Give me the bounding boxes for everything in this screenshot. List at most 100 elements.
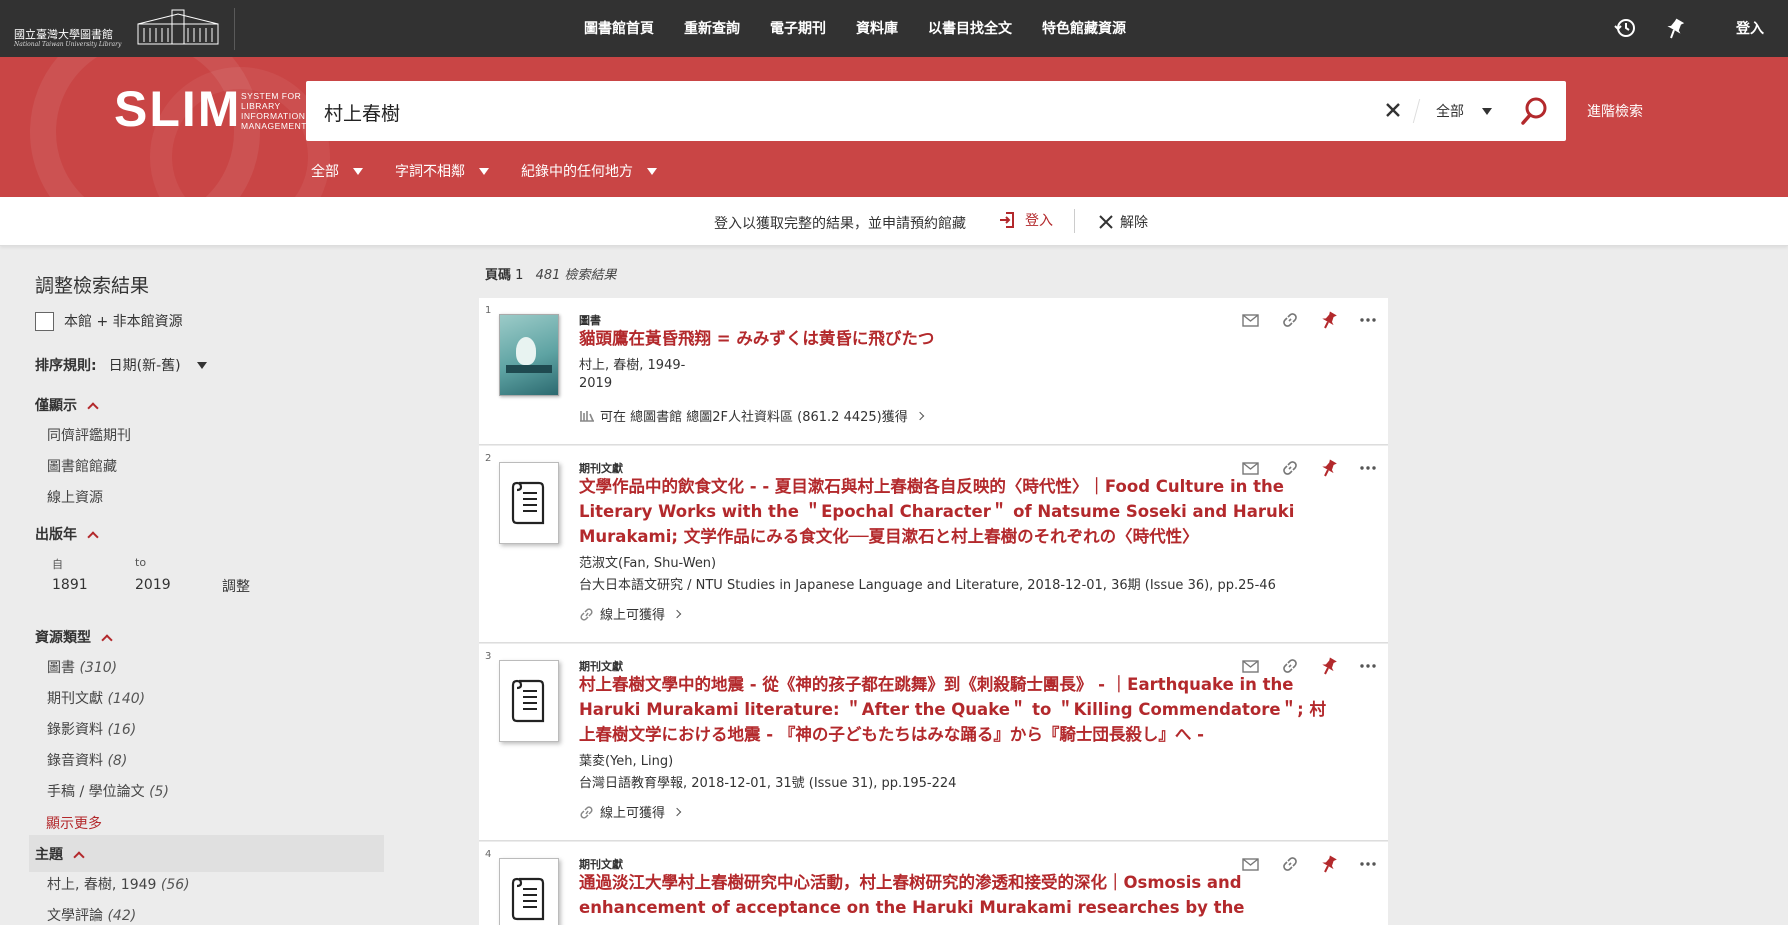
link-icon[interactable] xyxy=(1270,654,1309,678)
search-icon[interactable] xyxy=(1518,95,1550,127)
link-icon[interactable] xyxy=(1270,456,1309,480)
result-card: 4 期刊文獻 通過淡江大學村上春樹研究中心活動，村上春树研究的渗透和接受的深化｜… xyxy=(479,842,1388,925)
results-count: 481 檢索結果 xyxy=(535,268,617,283)
nav-citation-linker[interactable]: 以書目找全文 xyxy=(928,18,1012,40)
result-title[interactable]: 村上春樹文學中的地震 - 從《神的孩子都在跳舞》到《刺殺騎士團長》 - ｜Ear… xyxy=(579,672,1329,747)
result-number: 3 xyxy=(485,651,492,662)
nav-library-home[interactable]: 圖書館首頁 xyxy=(584,18,654,40)
result-detail: 台灣日語教育學報, 2018-12-01, 31號 (Issue 31), pp… xyxy=(579,776,957,791)
notice-dismiss-button[interactable]: 解除 xyxy=(1098,212,1148,232)
facet-peer-reviewed[interactable]: 同儕評鑑期刊 xyxy=(47,425,131,445)
more-icon[interactable] xyxy=(1348,456,1387,480)
link-icon[interactable] xyxy=(1270,852,1309,876)
link-icon[interactable] xyxy=(1270,308,1309,332)
library-name: 國立臺灣大學圖書館 xyxy=(14,28,113,41)
facet-item[interactable]: 圖書 (310) xyxy=(47,657,117,677)
result-author: 范淑文(Fan, Shu-Wen) xyxy=(579,556,717,571)
chevron-down-icon xyxy=(479,167,489,175)
facet-online-resources[interactable]: 線上資源 xyxy=(47,487,103,507)
login-notice-bar: 登入以獲取完整的結果，並申請預約館藏 登入 解除 xyxy=(0,197,1788,246)
nav-new-search[interactable]: 重新查詢 xyxy=(684,18,740,40)
nav-ejournals[interactable]: 電子期刊 xyxy=(770,18,826,40)
pin-icon[interactable] xyxy=(1662,15,1688,41)
pin-icon[interactable] xyxy=(1309,308,1348,332)
shelf-icon xyxy=(580,410,594,422)
more-icon[interactable] xyxy=(1348,308,1387,332)
more-icon[interactable] xyxy=(1348,654,1387,678)
chevron-down-icon[interactable] xyxy=(196,361,207,369)
results-header: 頁碼 1 481 檢索結果 xyxy=(485,264,617,283)
facet-item[interactable]: 期刊文獻 (140) xyxy=(47,688,145,708)
availability-link[interactable]: 線上可獲得 xyxy=(579,802,682,821)
book-cover-thumbnail[interactable] xyxy=(499,314,559,396)
pin-icon[interactable] xyxy=(1309,654,1348,678)
result-author: 葉夌(Yeh, Ling) xyxy=(579,754,674,769)
sort-select[interactable]: 日期(新-舊) xyxy=(109,355,181,375)
login-notice-message: 登入以獲取完整的結果，並申請預約館藏 xyxy=(714,216,966,232)
result-actions xyxy=(1231,654,1387,678)
show-more-link[interactable]: 顯示更多 xyxy=(46,813,102,833)
expand-beyond-library-checkbox[interactable]: 本館 + 非本館資源 xyxy=(35,311,183,331)
chevron-up-icon xyxy=(87,530,99,543)
chevron-up-icon xyxy=(73,850,85,863)
advanced-search-link[interactable]: 進階檢索 xyxy=(1587,101,1643,121)
history-icon[interactable] xyxy=(1612,15,1638,41)
scope-select[interactable]: 全部 xyxy=(1436,101,1464,121)
availability-link[interactable]: 可在 總圖書館 總圖2F人社資料區 (861.2 4425)獲得 xyxy=(579,406,924,425)
search-input[interactable]: 村上春樹 xyxy=(324,99,400,126)
nav-special-collections[interactable]: 特色館藏資源 xyxy=(1042,18,1126,40)
document-icon[interactable] xyxy=(499,462,559,544)
facet-item[interactable]: 錄影資料 (16) xyxy=(47,719,136,739)
facet-item[interactable]: 錄音資料 (8) xyxy=(47,750,127,770)
email-icon[interactable] xyxy=(1231,852,1270,876)
chevron-down-icon[interactable] xyxy=(1482,108,1492,115)
topbar-divider xyxy=(234,8,235,50)
facet-item[interactable]: 手稿 / 學位論文 (5) xyxy=(47,781,169,801)
more-icon[interactable] xyxy=(1348,852,1387,876)
email-icon[interactable] xyxy=(1231,654,1270,678)
library-building-icon xyxy=(137,9,219,45)
year-from-input[interactable]: 1891 xyxy=(52,577,88,593)
filter-material-type[interactable]: 全部 xyxy=(311,161,363,181)
result-card: 3 期刊文獻 村上春樹文學中的地震 - 從《神的孩子都在跳舞》到《刺殺騎士團長》… xyxy=(479,644,1388,841)
result-title[interactable]: 貓頭鷹在黃昏飛翔 = みみずくは黄昏に飛びたつ xyxy=(579,326,1329,351)
filter-field[interactable]: 紀錄中的任何地方 xyxy=(521,161,657,181)
page-number: 1 xyxy=(515,268,524,283)
facet-library-holdings[interactable]: 圖書館館藏 xyxy=(47,456,117,476)
search-separator xyxy=(1412,99,1421,123)
top-login-link[interactable]: 登入 xyxy=(1736,18,1764,38)
year-to-input[interactable]: 2019 xyxy=(135,577,171,593)
main-nav: 圖書館首頁 重新查詢 電子期刊 資料庫 以書目找全文 特色館藏資源 xyxy=(584,18,1156,40)
result-number: 2 xyxy=(485,453,492,464)
document-icon[interactable] xyxy=(499,858,559,925)
refine-results-title: 調整檢索結果 xyxy=(35,275,150,297)
email-icon[interactable] xyxy=(1231,456,1270,480)
chevron-up-icon xyxy=(87,401,99,414)
email-icon[interactable] xyxy=(1231,308,1270,332)
checkbox[interactable] xyxy=(35,311,54,331)
nav-databases[interactable]: 資料庫 xyxy=(856,18,898,40)
slim-logo-text: SLIM xyxy=(114,81,242,137)
pin-icon[interactable] xyxy=(1309,456,1348,480)
slim-logo-subtitle: SYSTEM FOR LIBRARY INFORMATION MANAGEMEN… xyxy=(241,91,307,131)
facet-resource-type-heading[interactable]: 資源類型 xyxy=(35,627,113,647)
clear-icon[interactable] xyxy=(1380,97,1406,123)
chevron-down-icon xyxy=(647,167,657,175)
filter-precision[interactable]: 字詞不相鄰 xyxy=(395,161,489,181)
result-title[interactable]: 文學作品中的飲食文化 - - 夏目漱石與村上春樹各自反映的〈時代性〉｜Food … xyxy=(579,474,1329,549)
facet-item[interactable]: 村上, 春樹, 1949 (56) xyxy=(47,874,190,894)
year-apply-button[interactable]: 調整 xyxy=(222,576,250,596)
ntu-library-logo[interactable]: 國立臺灣大學圖書館 National Taiwan University Lib… xyxy=(14,6,219,50)
pin-icon[interactable] xyxy=(1309,852,1348,876)
result-actions xyxy=(1231,852,1387,876)
facet-item[interactable]: 文學評論 (42) xyxy=(47,905,136,925)
facet-subject-heading[interactable]: 主題 xyxy=(35,844,85,864)
facet-show-only-heading[interactable]: 僅顯示 xyxy=(35,395,99,415)
facet-pub-year-heading[interactable]: 出版年 xyxy=(35,524,99,544)
notice-login-button[interactable]: 登入 xyxy=(998,210,1053,230)
year-from-label: 自 xyxy=(52,558,63,571)
result-title[interactable]: 通過淡江大學村上春樹研究中心活動，村上春树研究的渗透和接受的深化｜Osmosis… xyxy=(579,870,1329,925)
document-icon[interactable] xyxy=(499,660,559,742)
availability-link[interactable]: 線上可獲得 xyxy=(579,604,682,623)
login-icon xyxy=(1000,212,1014,228)
